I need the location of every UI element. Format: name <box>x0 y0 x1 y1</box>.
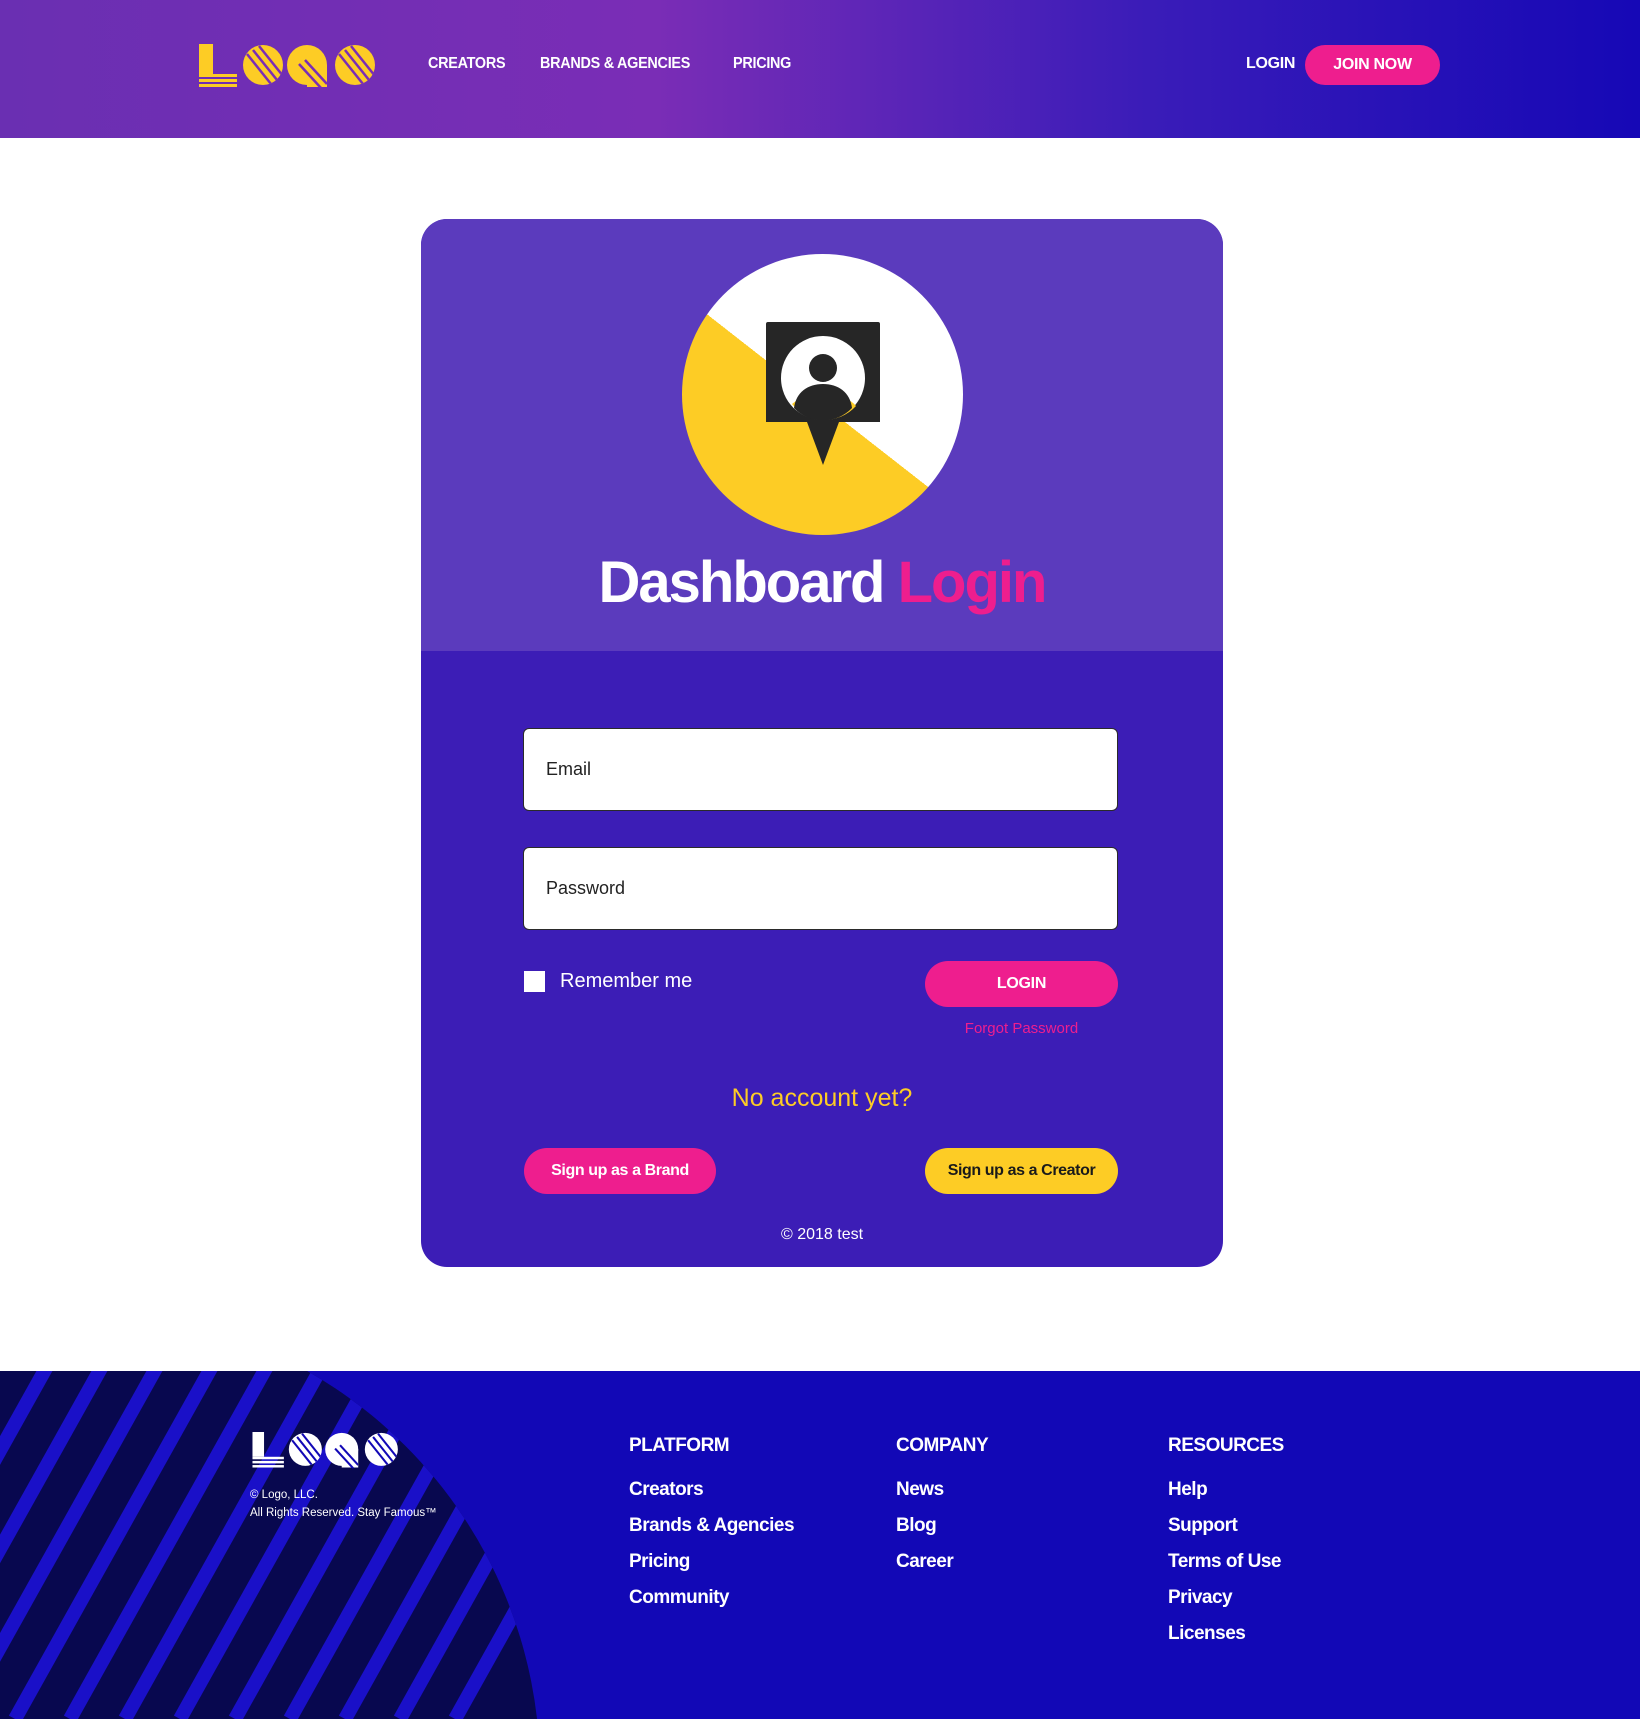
logo-mark-icon <box>199 44 375 88</box>
legal-line-2: All Rights Reserved. Stay Famous™ <box>250 1507 437 1519</box>
title-login: Login <box>897 550 1048 615</box>
remember-label: Remember me <box>560 970 693 992</box>
login-card: Dashboard Login Remember me LOGIN Forgot… <box>421 219 1223 1267</box>
footer-link-news[interactable]: News <box>896 1479 988 1515</box>
footer-logo-mark-icon <box>252 1432 398 1469</box>
footer-link-career[interactable]: Career <box>896 1551 988 1587</box>
password-field[interactable] <box>523 847 1118 930</box>
email-field[interactable] <box>523 728 1118 811</box>
join-now-button[interactable]: JOIN NOW <box>1305 45 1440 85</box>
footer-link-community[interactable]: Community <box>629 1587 794 1623</box>
site-footer: © Logo, LLC. All Rights Reserved. Stay F… <box>0 1371 1640 1719</box>
title-dashboard: Dashboard <box>598 550 886 615</box>
nav-brands-agencies[interactable]: BRANDS & AGENCIES <box>540 55 690 73</box>
site-header: CREATORS BRANDS & AGENCIES PRICING LOGIN… <box>0 0 1640 138</box>
nav-pricing[interactable]: PRICING <box>733 55 791 73</box>
footer-link-pricing[interactable]: Pricing <box>629 1551 794 1587</box>
page: CREATORS BRANDS & AGENCIES PRICING LOGIN… <box>0 0 1640 1719</box>
footer-col-resources: RESOURCES Help Support Terms of Use Priv… <box>1168 1435 1284 1659</box>
footer-col-platform: PLATFORM Creators Brands & Agencies Pric… <box>629 1435 795 1623</box>
footer-link-brands-agencies[interactable]: Brands & Agencies <box>629 1515 795 1551</box>
no-account-text: No account yet? <box>731 1084 913 1112</box>
footer-col-title: RESOURCES <box>1168 1435 1284 1456</box>
footer-link-licenses[interactable]: Licenses <box>1168 1623 1284 1659</box>
forgot-password-link[interactable]: Forgot Password <box>925 1020 1118 1037</box>
footer-col-company: COMPANY News Blog Career <box>896 1435 989 1587</box>
header-login-link[interactable]: LOGIN <box>1246 55 1295 73</box>
striped-circle-decoration <box>0 1371 540 1719</box>
user-pin-icon <box>766 322 880 465</box>
footer-col-title: COMPANY <box>896 1435 989 1456</box>
footer-link-blog[interactable]: Blog <box>896 1515 988 1551</box>
nav-creators[interactable]: CREATORS <box>428 55 506 73</box>
footer-link-privacy[interactable]: Privacy <box>1168 1587 1284 1623</box>
legal-line-1: © Logo, LLC. <box>250 1489 318 1501</box>
card-title: Dashboard Login <box>421 549 1223 616</box>
card-copyright: © 2018 test <box>780 1226 864 1243</box>
footer-link-terms[interactable]: Terms of Use <box>1168 1551 1284 1587</box>
footer-legal: © Logo, LLC. All Rights Reserved. Stay F… <box>250 1486 437 1522</box>
login-button[interactable]: LOGIN <box>925 961 1118 1007</box>
footer-link-creators[interactable]: Creators <box>629 1479 794 1515</box>
main-nav: CREATORS BRANDS & AGENCIES PRICING <box>428 55 797 73</box>
remember-me[interactable]: Remember me <box>524 970 692 993</box>
signup-creator-button[interactable]: Sign up as a Creator <box>925 1148 1118 1194</box>
card-header: Dashboard Login <box>421 219 1223 651</box>
footer-col-title: PLATFORM <box>629 1435 730 1456</box>
footer-link-support[interactable]: Support <box>1168 1515 1284 1551</box>
footer-logo[interactable] <box>250 1432 402 1469</box>
remember-checkbox[interactable] <box>524 971 545 992</box>
header-logo[interactable] <box>199 44 377 90</box>
signup-brand-button[interactable]: Sign up as a Brand <box>524 1148 716 1194</box>
footer-link-help[interactable]: Help <box>1168 1479 1284 1515</box>
